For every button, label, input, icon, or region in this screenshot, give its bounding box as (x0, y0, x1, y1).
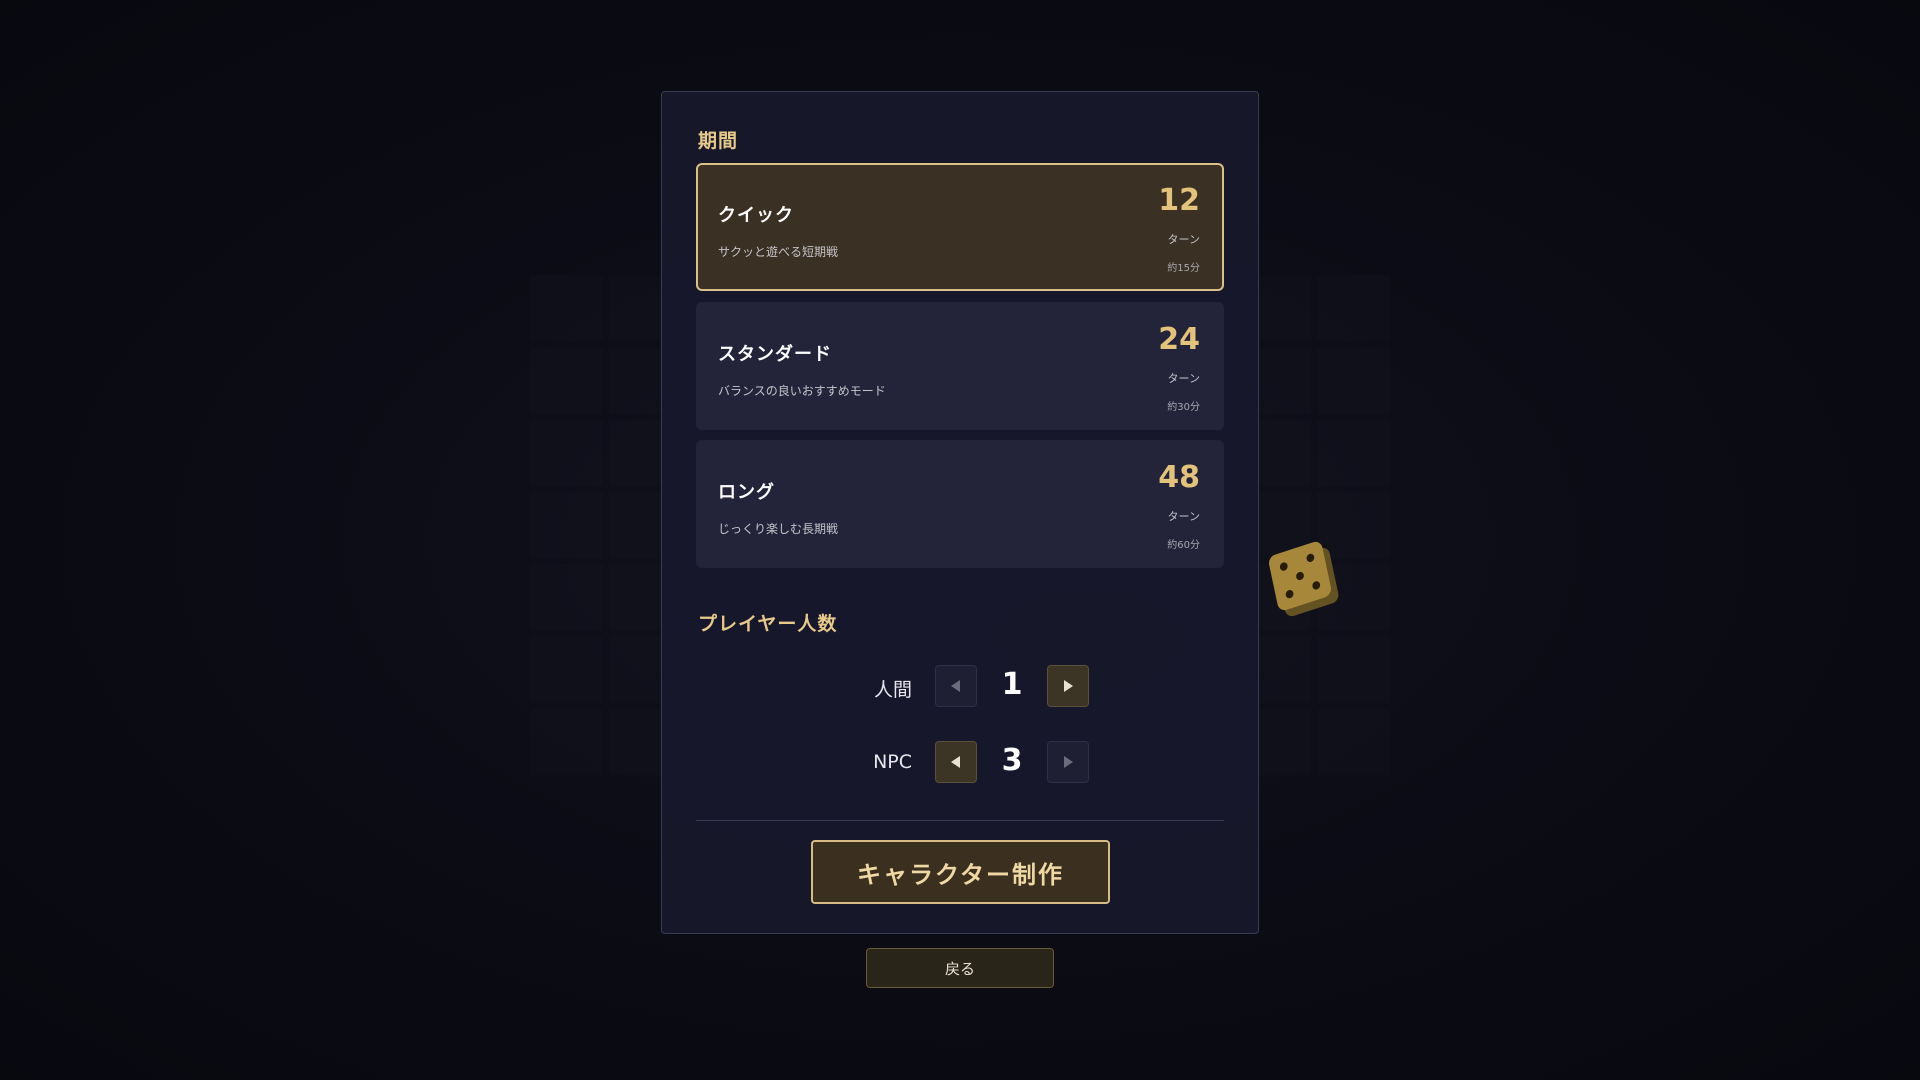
mode-time: 約15分 (1167, 263, 1200, 274)
back-button[interactable]: 戻る (866, 948, 1054, 988)
mode-turn-unit: ターン (1167, 372, 1200, 385)
divider (696, 820, 1224, 821)
npc-count-value: 3 (1001, 743, 1023, 778)
npc-count-row: NPC 3 (662, 741, 1260, 785)
human-decrement-button[interactable] (935, 665, 977, 707)
duration-section-title: 期間 (698, 130, 739, 152)
mode-turn-unit: ターン (1167, 233, 1200, 246)
human-count-row: 人間 1 (662, 665, 1260, 709)
mode-turns: 24 (1158, 322, 1200, 357)
mode-turns: 12 (1158, 183, 1200, 218)
mode-name: スタンダード (718, 344, 832, 365)
create-character-button[interactable]: キャラクター制作 (811, 840, 1110, 904)
npc-count-label: NPC (873, 751, 912, 773)
mode-name: クイック (718, 205, 794, 226)
human-count-value: 1 (1001, 667, 1023, 702)
triangle-left-icon (951, 680, 960, 692)
duration-option-standard[interactable]: スタンダード バランスの良いおすすめモード 24 ターン 約30分 (696, 302, 1224, 430)
human-increment-button[interactable] (1047, 665, 1089, 707)
mode-name: ロング (718, 482, 775, 503)
game-stage: 期間 クイック サクッと遊べる短期戦 12 ターン 約15分 スタンダード バラ… (0, 0, 1920, 1080)
mode-description: サクッと遊べる短期戦 (718, 245, 839, 259)
players-section-title: プレイヤー人数 (698, 613, 838, 635)
human-count-label: 人間 (873, 679, 912, 701)
game-setup-panel: 期間 クイック サクッと遊べる短期戦 12 ターン 約15分 スタンダード バラ… (661, 91, 1259, 934)
triangle-right-icon (1064, 756, 1073, 768)
mode-turn-unit: ターン (1167, 510, 1200, 523)
triangle-left-icon (951, 756, 960, 768)
mode-time: 約60分 (1167, 540, 1200, 551)
npc-increment-button[interactable] (1047, 741, 1089, 783)
mode-description: じっくり楽しむ長期戦 (718, 522, 839, 536)
triangle-right-icon (1064, 680, 1073, 692)
mode-turns: 48 (1158, 460, 1200, 495)
duration-option-long[interactable]: ロング じっくり楽しむ長期戦 48 ターン 約60分 (696, 440, 1224, 568)
npc-decrement-button[interactable] (935, 741, 977, 783)
duration-option-quick[interactable]: クイック サクッと遊べる短期戦 12 ターン 約15分 (696, 163, 1224, 291)
mode-time: 約30分 (1167, 402, 1200, 413)
mode-description: バランスの良いおすすめモード (718, 384, 886, 398)
